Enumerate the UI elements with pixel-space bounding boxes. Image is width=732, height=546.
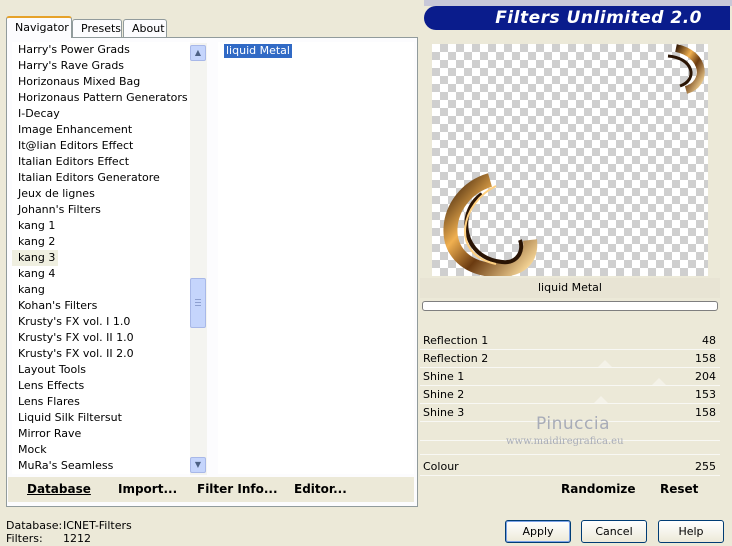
metal-swirl-small [667, 44, 705, 94]
app-banner: Filters Unlimited 2.0 [424, 6, 730, 30]
status-database-label: Database: [6, 519, 63, 532]
param-label: Reflection 1 [423, 334, 489, 347]
list-item[interactable]: Layout Tools [12, 362, 190, 378]
param-value: 48 [702, 334, 716, 347]
param-label: Colour [423, 460, 459, 473]
list-item[interactable]: I-Decay [12, 106, 190, 122]
param-label: Shine 1 [423, 370, 465, 383]
param-label: Reflection 2 [423, 352, 489, 365]
list-item[interactable]: kang 1 [12, 218, 190, 234]
status-database-value: ICNET-Filters [63, 519, 132, 532]
param-value: 255 [695, 460, 716, 473]
list-item[interactable]: MuRa's Seamless [12, 458, 190, 474]
param-row[interactable]: Shine 2 153 [420, 386, 720, 404]
watermark-url: www.maidiregrafica.eu [506, 436, 624, 447]
param-value: 204 [695, 370, 716, 383]
list-item[interactable]: Harry's Power Grads [12, 42, 190, 58]
list-item[interactable]: Italian Editors Effect [12, 154, 190, 170]
chevron-up-icon[interactable]: ▲ [190, 45, 206, 61]
grip-line [195, 305, 201, 306]
list-item[interactable]: Kohan's Filters [12, 298, 190, 314]
slider-marker [598, 360, 612, 367]
list-item[interactable]: Mock [12, 442, 190, 458]
grip-line [195, 299, 201, 300]
filter-name-label: liquid Metal [420, 278, 720, 298]
param-row[interactable]: Colour 255 [420, 458, 720, 476]
tab-presets[interactable]: Presets [72, 19, 122, 37]
filter-category-list[interactable]: Harry's Power Grads Harry's Rave Grads Hor… [12, 42, 190, 474]
list-item[interactable]: Image Enhancement [12, 122, 190, 138]
param-label: Shine 3 [423, 406, 465, 419]
preview-canvas [432, 44, 708, 276]
param-value: 153 [695, 388, 716, 401]
list-item[interactable]: kang 4 [12, 266, 190, 282]
param-row[interactable]: Reflection 2 158 [420, 350, 720, 368]
list-item[interactable]: kang 2 [12, 234, 190, 250]
list-item[interactable]: kang 3 [12, 250, 58, 266]
list-item[interactable]: Krusty's FX vol. II 2.0 [12, 346, 190, 362]
randomize-button[interactable]: Randomize [561, 481, 635, 497]
list-item[interactable]: Johann's Filters [12, 202, 190, 218]
database-button[interactable]: Database [27, 481, 91, 497]
param-row[interactable]: Reflection 1 48 [420, 332, 720, 350]
list-item[interactable]: Mirror Rave [12, 426, 190, 442]
list-item[interactable]: Lens Effects [12, 378, 190, 394]
watermark-name: Pinuccia [536, 414, 610, 434]
param-value: 158 [695, 406, 716, 419]
category-scrollbar[interactable]: ▲ ▼ [190, 43, 207, 475]
list-item[interactable]: Liquid Silk Filtersut [12, 410, 190, 426]
list-item[interactable]: Krusty's FX vol. I 1.0 [12, 314, 190, 330]
param-row[interactable]: Shine 1 204 [420, 368, 720, 386]
scrollbar-thumb[interactable] [190, 278, 206, 328]
effect-item-liquid-metal[interactable]: liquid Metal [224, 44, 292, 58]
list-item[interactable]: Horizonaus Pattern Generators [12, 90, 190, 106]
list-item[interactable]: Lens Flares [12, 394, 190, 410]
param-label: Shine 2 [423, 388, 465, 401]
list-item[interactable]: Italian Editors Generatore [12, 170, 190, 186]
list-item[interactable]: It@lian Editors Effect [12, 138, 190, 154]
slider-marker [652, 378, 666, 385]
editor-button[interactable]: Editor... [294, 481, 347, 497]
chevron-down-icon[interactable]: ▼ [190, 457, 206, 473]
cancel-button[interactable]: Cancel [581, 520, 647, 543]
help-button[interactable]: Help [658, 520, 724, 543]
status-filters-value: 1212 [63, 532, 91, 545]
tab-navigator[interactable]: Navigator [6, 16, 72, 38]
list-item[interactable]: Krusty's FX vol. II 1.0 [12, 330, 190, 346]
list-item[interactable]: Jeux de lignes [12, 186, 190, 202]
apply-button[interactable]: Apply [505, 520, 571, 543]
filter-info-button[interactable]: Filter Info... [197, 481, 278, 497]
tab-about[interactable]: About [123, 19, 167, 37]
import-button[interactable]: Import... [118, 481, 177, 497]
grip-line [195, 302, 201, 303]
effects-list[interactable]: liquid Metal [218, 42, 414, 474]
list-item[interactable]: kang [12, 282, 190, 298]
status-filters-label: Filters: [6, 532, 43, 545]
list-item[interactable]: Harry's Rave Grads [12, 58, 190, 74]
param-divider [420, 475, 720, 476]
param-divider [420, 454, 720, 455]
metal-swirl-large [443, 173, 538, 276]
list-item[interactable]: Horizonaus Mixed Bag [12, 74, 190, 90]
param-value: 158 [695, 352, 716, 365]
preview-image [443, 44, 705, 276]
slider-marker [594, 396, 608, 403]
reset-button[interactable]: Reset [660, 481, 698, 497]
progress-bar [422, 301, 718, 311]
